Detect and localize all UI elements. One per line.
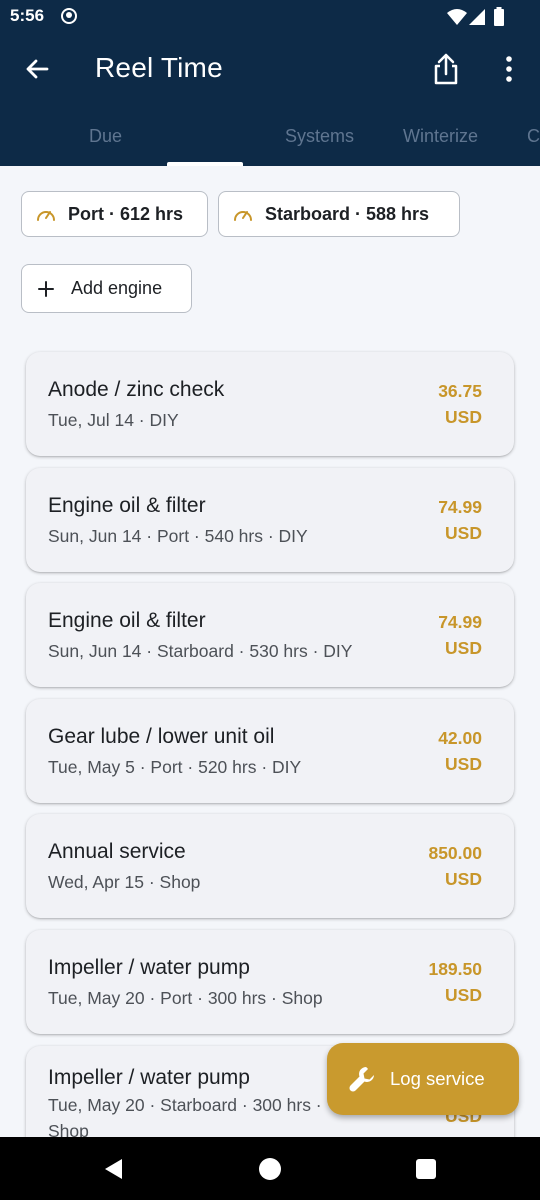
service-card[interactable]: Impeller / water pump Tue, May 20 · Port… (26, 930, 514, 1034)
service-currency: USD (445, 985, 482, 1005)
service-name: Engine oil & filter (48, 494, 206, 517)
service-meta: Tue, Jul 14 · DIY (48, 410, 179, 430)
service-amount: 850.00 (428, 843, 482, 863)
back-arrow-icon[interactable] (22, 54, 52, 84)
speedometer-icon (37, 211, 55, 221)
battery-icon (493, 7, 505, 32)
engine-chip-port[interactable]: Port · 612 hrs (21, 191, 208, 237)
tab-winterize[interactable]: Winterize (403, 126, 478, 147)
tab-systems[interactable]: Systems (285, 126, 354, 147)
fab-label: Log service (390, 1068, 485, 1089)
active-tab-indicator (167, 162, 243, 166)
engine-chip-label: Port · 612 hrs (68, 203, 184, 224)
service-name: Impeller / water pump (48, 956, 250, 979)
service-card[interactable]: Anode / zinc check Tue, Jul 14 · DIY 36.… (26, 352, 514, 456)
add-engine-button[interactable]: Add engine (21, 264, 192, 313)
tab-due[interactable]: Due (89, 126, 122, 147)
share-icon[interactable] (430, 52, 462, 86)
app-notification-icon (60, 7, 78, 30)
app-title: Reel Time (95, 52, 223, 83)
service-amount: 74.99 (438, 497, 482, 517)
service-amount: 42.00 (438, 728, 482, 748)
service-name: Anode / zinc check (48, 378, 225, 401)
service-meta: Wed, Apr 15 · Shop (48, 872, 201, 892)
service-currency: USD (445, 523, 482, 543)
system-nav-bar (0, 1137, 540, 1200)
service-card[interactable]: Gear lube / lower unit oil Tue, May 5 · … (26, 699, 514, 803)
service-meta: Sun, Jun 14 · Starboard · 530 hrs · DIY (48, 641, 353, 661)
log-service-fab[interactable]: Log service (327, 1043, 519, 1115)
wrench-icon (349, 1067, 374, 1092)
service-amount: 36.75 (438, 381, 482, 401)
service-name: Gear lube / lower unit oil (48, 725, 275, 748)
more-vert-icon[interactable] (498, 54, 520, 84)
service-amount: 74.99 (438, 612, 482, 632)
engine-chip-starboard[interactable]: Starboard · 588 hrs (218, 191, 460, 237)
service-currency: USD (445, 407, 482, 427)
plus-icon (38, 280, 54, 297)
service-meta: Sun, Jun 14 · Port · 540 hrs · DIY (48, 526, 308, 546)
tab-partial[interactable]: C (527, 126, 540, 147)
service-card[interactable]: Engine oil & filter Sun, Jun 14 · Port ·… (26, 468, 514, 572)
tab-row: Due Systems Winterize C (0, 122, 540, 166)
service-meta: Tue, May 20 · Starboard · 300 hrs · (48, 1095, 322, 1115)
service-amount: 189.50 (428, 959, 482, 979)
service-name: Engine oil & filter (48, 609, 206, 632)
status-bar: 5:56 (0, 0, 540, 34)
service-name: Impeller / water pump (48, 1066, 250, 1089)
service-card[interactable]: Engine oil & filter Sun, Jun 14 · Starbo… (26, 583, 514, 687)
nav-home-icon[interactable] (258, 1157, 282, 1186)
service-currency: USD (445, 754, 482, 774)
service-name: Annual service (48, 840, 186, 863)
nav-recents-icon[interactable] (415, 1158, 437, 1185)
service-card[interactable]: Annual service Wed, Apr 15 · Shop 850.00… (26, 814, 514, 918)
status-time: 5:56 (10, 6, 45, 25)
service-meta: Tue, May 5 · Port · 520 hrs · DIY (48, 757, 302, 777)
service-currency: USD (445, 638, 482, 658)
service-meta: Tue, May 20 · Port · 300 hrs · Shop (48, 988, 323, 1008)
speedometer-icon (234, 211, 252, 221)
service-currency: USD (445, 869, 482, 889)
signal-icon (468, 8, 486, 31)
add-engine-label: Add engine (71, 278, 163, 298)
nav-back-icon[interactable] (102, 1157, 126, 1186)
wifi-icon (446, 8, 468, 31)
top-app-bar: Reel Time Due Systems Winterize C (0, 34, 540, 166)
engine-chip-label: Starboard · 588 hrs (265, 203, 430, 224)
